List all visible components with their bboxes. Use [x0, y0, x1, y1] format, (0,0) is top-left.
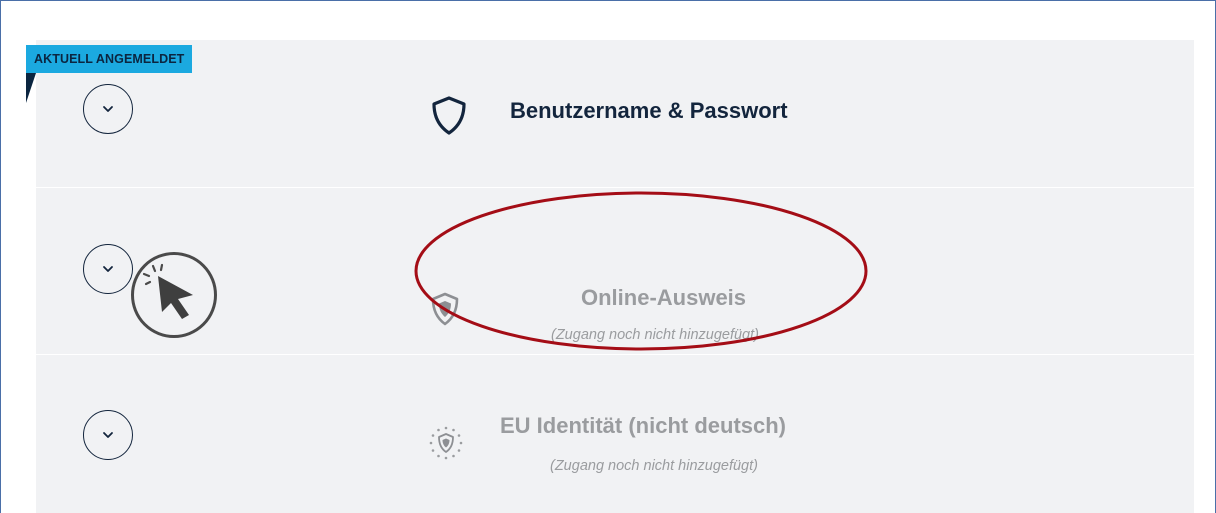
option-subtitle-online-ausweis: (Zugang noch nicht hinzugefügt) — [551, 327, 759, 343]
expand-button-username-password[interactable] — [83, 84, 133, 134]
cursor-highlight-circle — [131, 252, 217, 338]
cursor-click-icon — [142, 263, 193, 319]
option-title-eu-identity: EU Identität (nicht deutsch) — [500, 413, 786, 438]
option-row-username-password[interactable]: Benutzername & Passwort — [36, 40, 1194, 187]
shield-outline-icon — [432, 96, 466, 135]
option-row-eu-identity[interactable]: EU Identität (nicht deutsch) (Zugang noc… — [36, 355, 1194, 513]
expand-button-eu-identity[interactable] — [83, 410, 133, 460]
chevron-down-icon — [103, 106, 113, 112]
chevron-down-icon — [103, 432, 113, 438]
shield-filled-icon — [431, 292, 459, 326]
option-title-online-ausweis: Online-Ausweis — [581, 285, 747, 310]
option-subtitle-eu-identity: (Zugang noch nicht hinzugefügt) — [550, 458, 758, 474]
chevron-down-icon — [103, 266, 113, 272]
option-title-username-password: Benutzername & Passwort — [510, 98, 788, 123]
eu-shield-stars-icon — [429, 426, 463, 460]
expand-button-online-ausweis[interactable] — [83, 244, 133, 294]
badge-ribbon-tail — [26, 73, 36, 103]
current-login-badge: AKTUELL ANGEMELDET — [26, 45, 193, 73]
